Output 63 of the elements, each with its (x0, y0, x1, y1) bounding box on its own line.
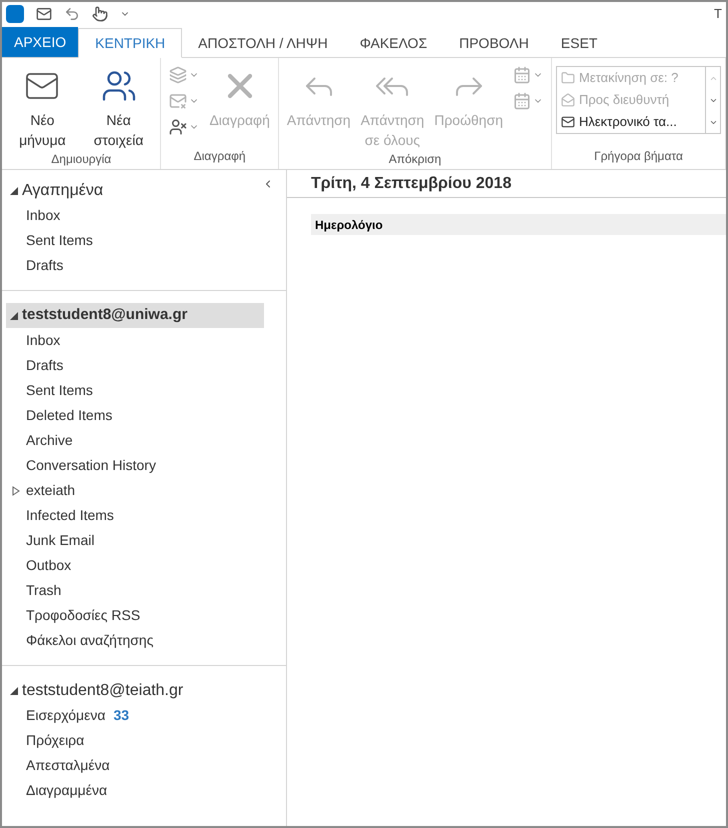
folder-item[interactable]: Φάκελοι αναζήτησης (2, 628, 286, 653)
folder-name: Conversation History (26, 456, 156, 475)
folder-item[interactable]: Trash (2, 578, 286, 603)
folder-name: Drafts (26, 356, 64, 375)
folder-item[interactable]: Deleted Items (2, 403, 286, 428)
folder-name: Deleted Items (26, 406, 112, 425)
folder-name: Πρόχειρα (26, 731, 84, 750)
group-label: Γρήγορα βήματα (593, 148, 684, 165)
folder-item[interactable]: Inbox (2, 203, 286, 228)
folder-item[interactable]: exteiath (2, 478, 286, 503)
folder-name: Διαγραμμένα (26, 781, 108, 800)
folder-item[interactable]: Διαγραμμένα (2, 778, 286, 803)
ribbon-tab[interactable]: ΑΠΟΣΤΟΛΗ / ΛΗΨΗ (182, 28, 344, 58)
folder-name: Inbox (26, 331, 60, 350)
group-label: Δημιουργία (50, 151, 112, 168)
ribbon-tab[interactable]: ΠΡΟΒΟΛΗ (443, 28, 545, 58)
ribbon-tab[interactable]: ΦΑΚΕΛΟΣ (344, 28, 444, 58)
group-label: Διαγραφή (192, 148, 247, 165)
account-name: Αγαπημένα (22, 180, 104, 200)
folder-item[interactable]: Outbox (2, 553, 286, 578)
folder-name: Απεσταλμένα (26, 756, 110, 775)
folder-item[interactable]: Απεσταλμένα (2, 753, 286, 778)
folder-name: Φάκελοι αναζήτησης (26, 631, 154, 650)
account-header[interactable]: Αγαπημένα (6, 178, 264, 203)
folder-item[interactable]: Sent Items (2, 228, 286, 253)
folder-item[interactable]: Conversation History (2, 453, 286, 478)
folder-item[interactable]: Εισερχόμενα 33 (2, 703, 286, 728)
folder-item[interactable]: Junk Email (2, 528, 286, 553)
window-title: Τ (714, 5, 722, 24)
account-header[interactable]: teststudent8@teiath.gr (6, 678, 264, 703)
ribbon-tab[interactable]: ESET (544, 28, 614, 58)
folder-name: exteiath (26, 481, 76, 500)
account-header[interactable]: teststudent8@uniwa.gr (6, 303, 264, 328)
folder-name: Junk Email (26, 531, 94, 550)
folder-name: Εισερχόμενα (26, 706, 106, 725)
group-label: Απόκριση (388, 151, 442, 168)
folder-item[interactable]: Πρόχειρα (2, 728, 286, 753)
folder-item[interactable]: Archive (2, 428, 286, 453)
account-name: teststudent8@teiath.gr (22, 680, 184, 700)
folder-name: Trash (26, 581, 62, 600)
folder-item[interactable]: Infected Items (2, 503, 286, 528)
ribbon-button[interactable]: Νέα στοιχεία (80, 62, 156, 150)
quick-step-item[interactable]: Ηλεκτρονικό τα... (557, 111, 705, 133)
date-heading: Τρίτη, 4 Σεπτεμβρίου 2018 (311, 174, 512, 194)
folder-item[interactable]: Drafts (2, 353, 286, 378)
folder-name: Drafts (26, 256, 64, 275)
unread-count: 33 (113, 706, 130, 725)
folder-name: Sent Items (26, 381, 93, 400)
folder-item[interactable]: Drafts (2, 253, 286, 278)
folder-item[interactable]: Τροφοδοσίες RSS (2, 603, 286, 628)
calendar-section-header: Ημερολόγιο (311, 214, 726, 235)
folder-item[interactable]: Inbox (2, 328, 286, 353)
folder-name: Outbox (26, 556, 72, 575)
file-tab[interactable]: ΑΡΧΕΙΟ (2, 27, 78, 57)
folder-name: Inbox (26, 206, 60, 225)
folder-name: Archive (26, 431, 73, 450)
account-name: teststudent8@uniwa.gr (22, 305, 188, 326)
folder-item[interactable]: Sent Items (2, 378, 286, 403)
folder-name: Infected Items (26, 506, 114, 525)
ribbon-tab[interactable]: ΚΕΝΤΡΙΚΗ (78, 28, 182, 58)
folder-name: Sent Items (26, 231, 93, 250)
ribbon-button[interactable]: Νέο μήνυμα (6, 62, 79, 150)
folder-name: Τροφοδοσίες RSS (26, 606, 140, 625)
